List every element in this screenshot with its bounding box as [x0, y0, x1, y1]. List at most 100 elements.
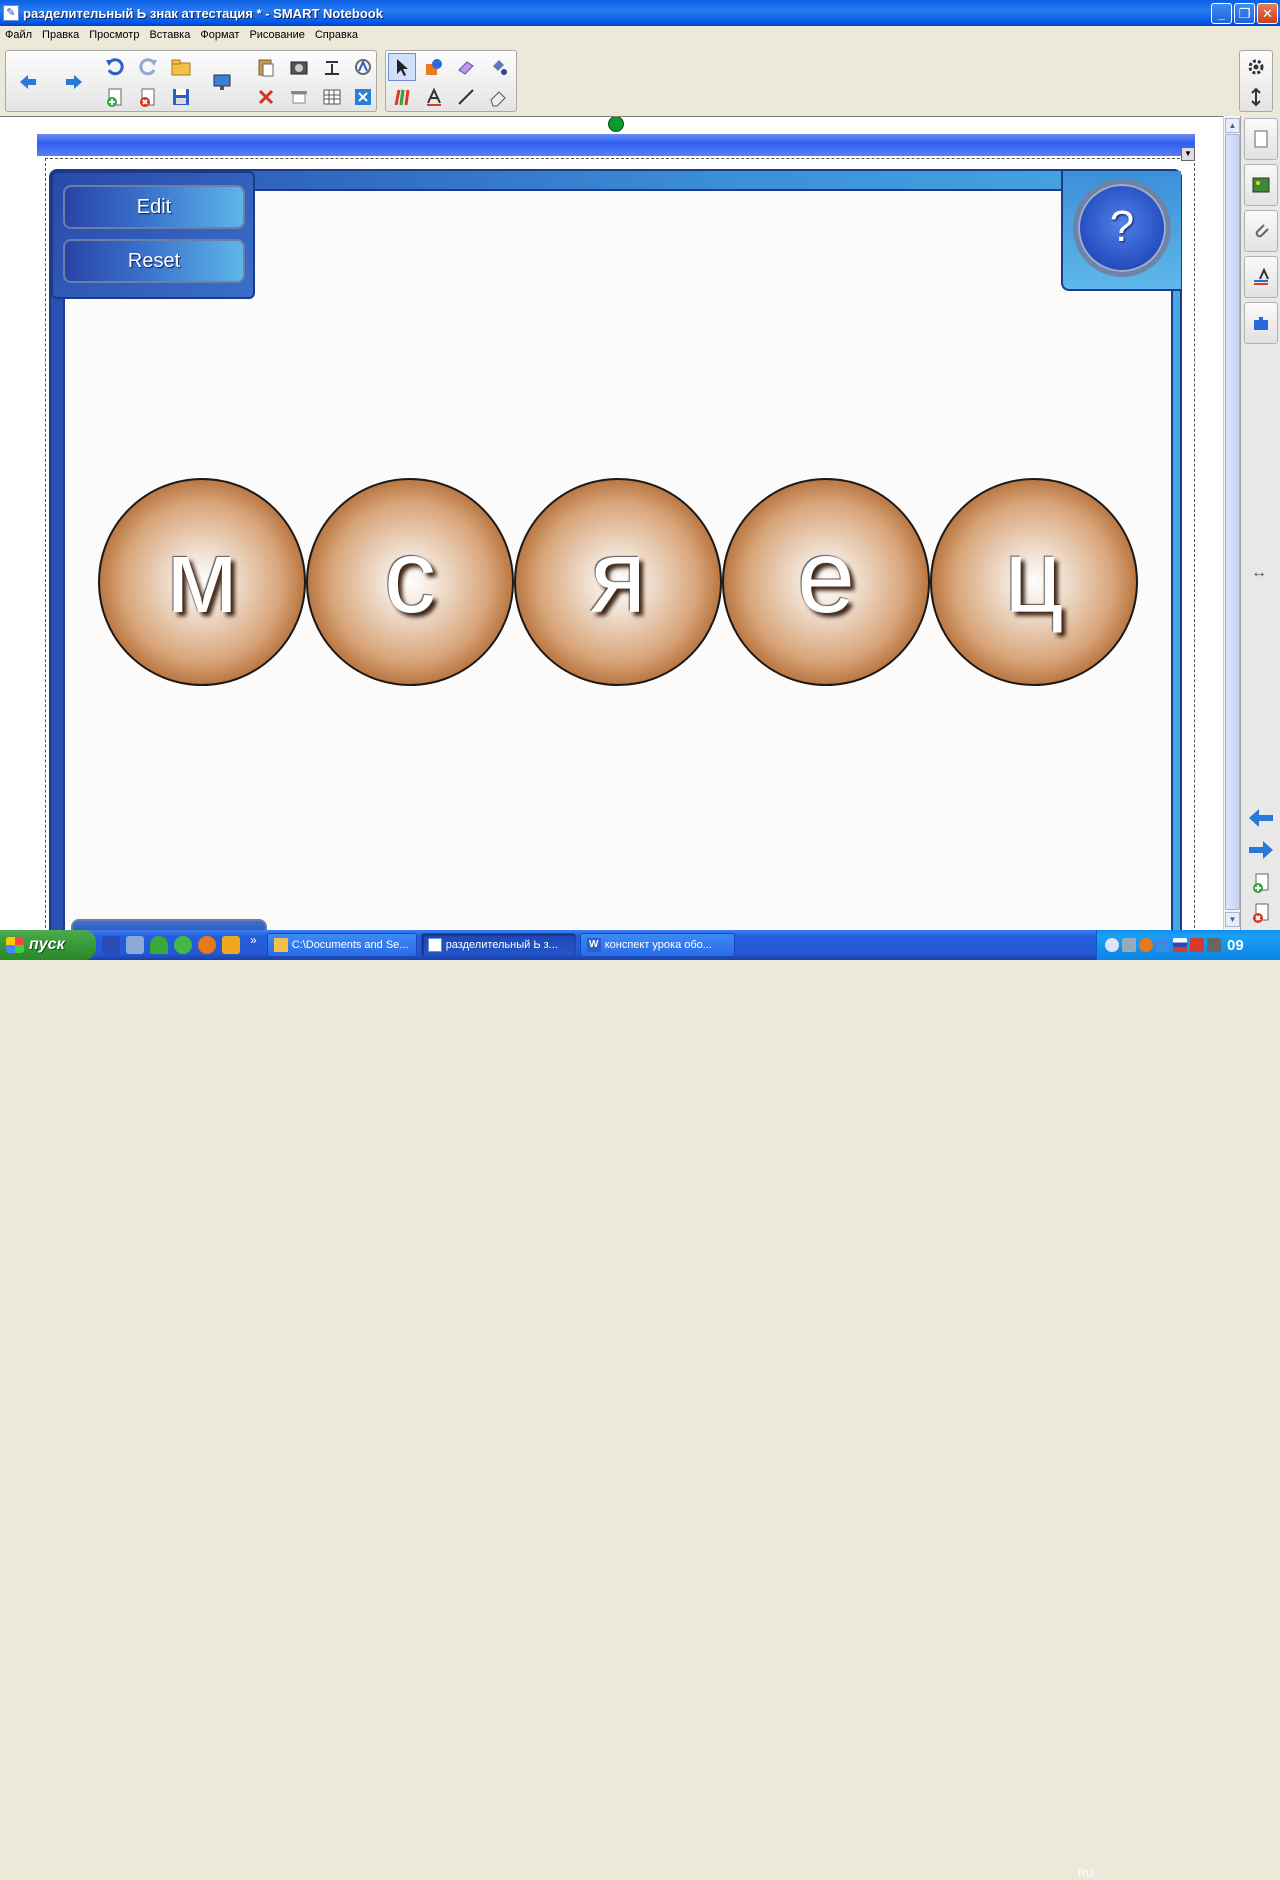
gear-icon[interactable] [1242, 53, 1270, 81]
folder-icon [273, 938, 288, 952]
paste-icon[interactable] [252, 53, 280, 81]
quicklaunch-save-icon[interactable] [102, 936, 120, 954]
task-explorer[interactable]: C:\Documents and Se... [266, 933, 417, 957]
word-activity-frame: ? Edit Reset м с я е ц [49, 169, 1182, 930]
start-button[interactable]: пуск [0, 930, 96, 960]
toolbar-main-group [5, 50, 377, 112]
quicklaunch-network-icon[interactable] [126, 936, 144, 954]
pens-icon[interactable] [388, 83, 416, 111]
title-banner[interactable] [37, 134, 1195, 156]
menu-view[interactable]: Просмотр [84, 26, 144, 44]
notebook-icon [427, 938, 442, 952]
edit-button[interactable]: Edit [63, 185, 245, 229]
toolbar-settings-group [1239, 50, 1273, 112]
back-icon[interactable] [14, 68, 42, 96]
system-tray: 09 [1096, 930, 1280, 960]
letter-tile[interactable]: с [306, 478, 514, 686]
move-toolbar-icon[interactable] [1242, 83, 1270, 111]
reset-button[interactable]: Reset [63, 239, 245, 283]
vertical-scrollbar[interactable]: ▲ ▼ [1223, 116, 1240, 930]
delete-page-sidebar-icon[interactable] [1251, 902, 1273, 929]
help-button[interactable]: ? [1073, 179, 1171, 277]
open-folder-icon[interactable] [167, 53, 195, 81]
quicklaunch-tree-icon[interactable] [150, 936, 168, 954]
resize-sidebar-icon[interactable]: ↔ [1251, 564, 1267, 582]
scroll-down-icon[interactable]: ▼ [1225, 912, 1240, 927]
letter-tile-label: е [797, 519, 855, 635]
delete-page-icon[interactable] [134, 83, 162, 111]
task-word[interactable]: W конспект урока обо... [579, 933, 735, 957]
toolbar-tools-group [385, 50, 517, 112]
next-page-icon[interactable] [1247, 838, 1275, 867]
letter-tile[interactable]: ц [930, 478, 1138, 686]
control-tab-panel: Edit Reset [51, 171, 255, 299]
task-smart-notebook[interactable]: разделительный Ь з... [420, 933, 576, 957]
task-label: разделительный Ь з... [445, 939, 558, 951]
screen-icon[interactable] [285, 83, 313, 111]
word-icon: W [586, 938, 601, 952]
undo-icon[interactable] [101, 53, 129, 81]
quicklaunch-utorrent-icon[interactable] [174, 936, 192, 954]
text-icon[interactable] [420, 83, 448, 111]
screen-shade-icon[interactable] [208, 68, 236, 96]
document-camera-icon[interactable] [318, 53, 346, 81]
quicklaunch-app-icon[interactable] [222, 936, 240, 954]
delete-icon[interactable] [252, 83, 280, 111]
menu-draw[interactable]: Рисование [244, 26, 309, 44]
gallery-icon[interactable] [1244, 164, 1278, 206]
quicklaunch-more[interactable]: » [250, 933, 257, 947]
menu-insert[interactable]: Вставка [144, 26, 195, 44]
clock[interactable]: 09 [1227, 937, 1244, 954]
minimize-button[interactable]: _ [1211, 2, 1232, 24]
camera-icon[interactable] [285, 53, 313, 81]
letter-tile-label: м [166, 519, 238, 635]
select-arrow-icon[interactable] [388, 53, 416, 81]
page-sorter-icon[interactable] [1244, 118, 1278, 160]
menu-format[interactable]: Формат [195, 26, 244, 44]
shapes-icon[interactable] [420, 53, 448, 81]
letter-tile[interactable]: я [514, 478, 722, 686]
tray-update-icon[interactable] [1139, 938, 1153, 952]
tray-network-icon[interactable] [1156, 938, 1170, 952]
save-icon[interactable] [167, 83, 195, 111]
forward-icon[interactable] [60, 68, 88, 96]
properties-icon[interactable] [1244, 256, 1278, 298]
magic-pen-icon[interactable] [452, 53, 480, 81]
previous-page-icon[interactable] [1247, 806, 1275, 835]
redo-icon[interactable] [134, 53, 162, 81]
tray-antivirus-icon[interactable] [1190, 938, 1204, 952]
fullscreen-icon[interactable] [349, 83, 377, 111]
eraser-icon[interactable] [484, 83, 512, 111]
close-button[interactable]: ✕ [1257, 2, 1278, 24]
scroll-up-icon[interactable]: ▲ [1225, 118, 1240, 133]
page-canvas[interactable]: ▼ ? Edit Reset м с я е ц [0, 116, 1223, 930]
task-label: конспект урока обо... [604, 939, 712, 951]
fill-icon[interactable] [484, 53, 512, 81]
letter-tile[interactable]: е [722, 478, 930, 686]
rotate-handle[interactable] [608, 117, 624, 132]
tray-pen-icon[interactable] [1122, 938, 1136, 952]
new-page-icon[interactable] [101, 83, 129, 111]
language-indicator[interactable]: RU [1078, 1868, 1094, 1880]
task-label: C:\Documents and Se... [291, 939, 409, 951]
letter-tile[interactable]: м [98, 478, 306, 686]
line-icon[interactable] [452, 83, 480, 111]
quicklaunch-firefox-icon[interactable] [198, 936, 216, 954]
tray-volume-icon[interactable] [1207, 938, 1221, 952]
banner-menu-arrow-icon[interactable]: ▼ [1181, 147, 1195, 161]
attachments-icon[interactable] [1244, 210, 1278, 252]
bottom-tab[interactable] [71, 919, 267, 930]
maximize-button[interactable]: ❐ [1234, 2, 1255, 24]
tray-language-flag-icon[interactable] [1173, 938, 1187, 952]
menu-help[interactable]: Справка [310, 26, 363, 44]
recognition-icon[interactable] [349, 53, 377, 81]
tray-expand-icon[interactable] [1105, 938, 1119, 952]
addons-icon[interactable] [1244, 302, 1278, 344]
table-icon[interactable] [318, 83, 346, 111]
title-bar: ✎ разделительный Ь знак аттестация * - S… [0, 0, 1280, 26]
scroll-thumb[interactable] [1225, 134, 1240, 910]
letter-tile-label: с [384, 519, 436, 635]
add-page-icon[interactable] [1251, 872, 1273, 899]
menu-file[interactable]: Файл [0, 26, 37, 44]
menu-edit[interactable]: Правка [37, 26, 84, 44]
